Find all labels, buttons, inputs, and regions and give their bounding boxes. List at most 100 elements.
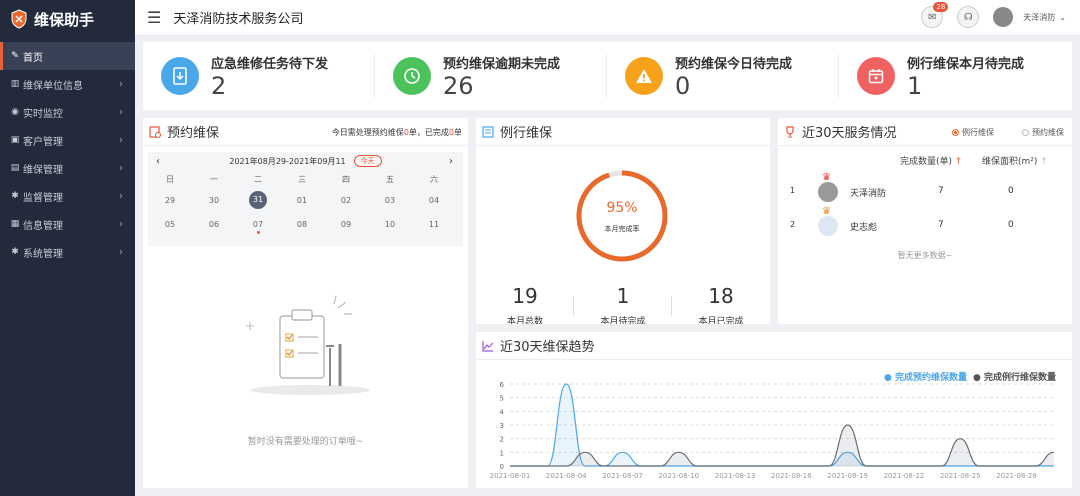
calendar-day[interactable]: 29 (148, 196, 192, 205)
weekday-label: 五 (386, 174, 394, 184)
column-area-label: 维保面积(m²) (982, 157, 1038, 167)
column-count-header[interactable]: 完成数量(单) ↑ (900, 154, 962, 167)
weekday-label: 一 (210, 174, 218, 184)
stat-card-routine[interactable]: 例行维保本月待完成 1 (839, 54, 1071, 100)
support-button[interactable]: ☊ (957, 6, 980, 28)
document-icon: ▦ (10, 219, 20, 229)
calendar-day[interactable]: 11 (412, 220, 456, 229)
stat-label: 预约维保今日待完成 (675, 56, 793, 72)
avatar (818, 182, 838, 202)
mail-icon: ✉ (928, 11, 937, 23)
calendar-day[interactable]: 03 (368, 196, 412, 205)
chevron-right-icon[interactable]: › (449, 156, 453, 167)
calendar-day[interactable]: 01 (280, 196, 324, 205)
empty-clipboard-illustration (246, 295, 370, 395)
calendar-day[interactable]: 09 (324, 220, 368, 229)
app-logo[interactable]: 维保助手 (0, 0, 135, 38)
sidebar-item-label: 客户管理 (23, 136, 63, 148)
weekday-label: 日 (166, 174, 174, 184)
sort-arrow-icon: ↑ (954, 157, 963, 167)
day-number: 30 (208, 195, 220, 205)
chevron-right-icon: › (119, 190, 123, 202)
avatar (818, 216, 838, 236)
stat-card-today[interactable]: 预约维保今日待完成 0 (607, 54, 839, 100)
rank-name: 天泽消防 (850, 189, 887, 199)
option-booking[interactable]: 预约维保 (1022, 127, 1064, 138)
sidebar-item-unit-info[interactable]: ▥ 维保单位信息 › (0, 70, 135, 98)
chevron-left-icon[interactable]: ‹ (156, 156, 160, 167)
calendar-day[interactable]: 06 (192, 220, 236, 229)
chevron-down-icon: ⌄ (1059, 12, 1066, 22)
column-area-header[interactable]: 维保面积(m²) ↑ (982, 154, 1048, 167)
booking-panel: 预约维保 今日需处理预约维保0单，已完成0单 ‹ 2021年08月29-2021… (143, 118, 468, 488)
day-number: 01 (296, 195, 308, 205)
stat-value: 0 (675, 71, 691, 100)
completion-percent: 95% (606, 200, 638, 216)
service-panel-header: 近30天服务情况 例行维保 预约维保 (778, 118, 1072, 146)
avatar[interactable] (993, 7, 1014, 27)
calendar-day[interactable]: 08 (280, 220, 324, 229)
calendar-day[interactable]: 05 (148, 220, 192, 229)
rank-area: 0 (1008, 220, 1014, 230)
calendar-day[interactable]: 30 (192, 196, 236, 205)
stat-value: 1 (907, 71, 923, 100)
calendar-header: ‹ 2021年08月29-2021年09月11 今天 › (148, 152, 463, 170)
stat-card-emergency[interactable]: 应急维修任务待下发 2 (143, 54, 375, 100)
company-name: 天泽消防技术服务公司 (173, 12, 304, 27)
x-tick-label: 2021-08-19 (827, 472, 868, 480)
trend-panel: 近30天维保趋势 ● 完成预约维保数量 ● 完成例行维保数量 0 1 2 3 4 5 6 20… (476, 332, 1072, 488)
warning-icon (625, 57, 663, 95)
option-routine[interactable]: 例行维保 (952, 127, 994, 138)
day-number: 04 (428, 195, 440, 205)
chevron-right-icon: › (119, 106, 123, 118)
day-number: 31 (249, 191, 267, 209)
x-tick-label: 2021-08-13 (715, 472, 756, 480)
gear-icon: ✱ (11, 191, 19, 201)
sidebar-item-info[interactable]: ▦ 信息管理 › (0, 210, 135, 238)
month-pending-value: 1 (616, 284, 630, 308)
day-number: 03 (384, 195, 396, 205)
calendar-day[interactable]: 10 (368, 220, 412, 229)
y-tick-label: 5 (500, 395, 504, 403)
today-button[interactable]: 今天 (353, 155, 382, 167)
sidebar-item-monitor[interactable]: ◉ 实时监控 › (0, 98, 135, 126)
chevron-right-icon: › (119, 218, 123, 230)
maintenance-icon: ▤ (10, 163, 20, 173)
radio-checked-icon (952, 129, 959, 136)
booking-calendar: ‹ 2021年08月29-2021年09月11 今天 › 日 一 二 三 四 五… (148, 152, 463, 246)
month-total-label: 本月总数 (506, 317, 543, 324)
rank-name: 史志彪 (850, 223, 878, 233)
sidebar-item-customer[interactable]: ▣ 客户管理 › (0, 126, 135, 154)
y-tick-label: 3 (500, 422, 504, 430)
day-number: 09 (340, 219, 352, 229)
month-pending-label: 本月待完成 (600, 317, 646, 324)
y-tick-label: 4 (500, 408, 505, 416)
service-title: 近30天服务情况 (802, 126, 897, 141)
sidebar-item-maintenance[interactable]: ▤ 维保管理 › (0, 154, 135, 182)
booking-notice: 今日需处理预约维保0单，已完成0单 (332, 127, 462, 138)
sidebar-item-home[interactable]: ✎ 首页 (0, 42, 135, 70)
column-count-label: 完成数量(单) (900, 157, 953, 167)
routine-doc-icon (482, 125, 494, 138)
chevron-right-icon: › (119, 134, 123, 146)
calendar-day-selected[interactable]: 31 (236, 191, 280, 209)
hamburger-menu-icon[interactable]: ☰ (147, 8, 161, 27)
sidebar-item-system[interactable]: ✱ 系统管理 › (0, 238, 135, 266)
calendar-day[interactable]: 02 (324, 196, 368, 205)
day-number: 02 (340, 195, 352, 205)
headset-icon: ☊ (963, 11, 973, 23)
calendar-day[interactable]: 04 (412, 196, 456, 205)
weekday-label: 二 (254, 174, 262, 184)
stat-card-overdue[interactable]: 预约维保逾期未完成 26 (375, 54, 607, 100)
calendar-day[interactable]: 07 (236, 220, 280, 234)
calendar-week-1: 29 30 31 01 02 03 04 (148, 188, 463, 212)
x-tick-label: 2021-08-25 (940, 472, 981, 480)
y-tick-label: 0 (500, 463, 504, 471)
user-menu[interactable]: 天泽消防 ⌄ (1023, 12, 1066, 23)
weekday-label: 三 (298, 174, 306, 184)
calendar-weekdays: 日 一 二 三 四 五 六 (148, 170, 463, 188)
mail-button[interactable]: ✉ 28 (921, 2, 949, 28)
stat-value: 26 (443, 71, 474, 100)
sidebar-item-supervision[interactable]: ✱ 监督管理 › (0, 182, 135, 210)
rank-area: 0 (1008, 186, 1014, 196)
